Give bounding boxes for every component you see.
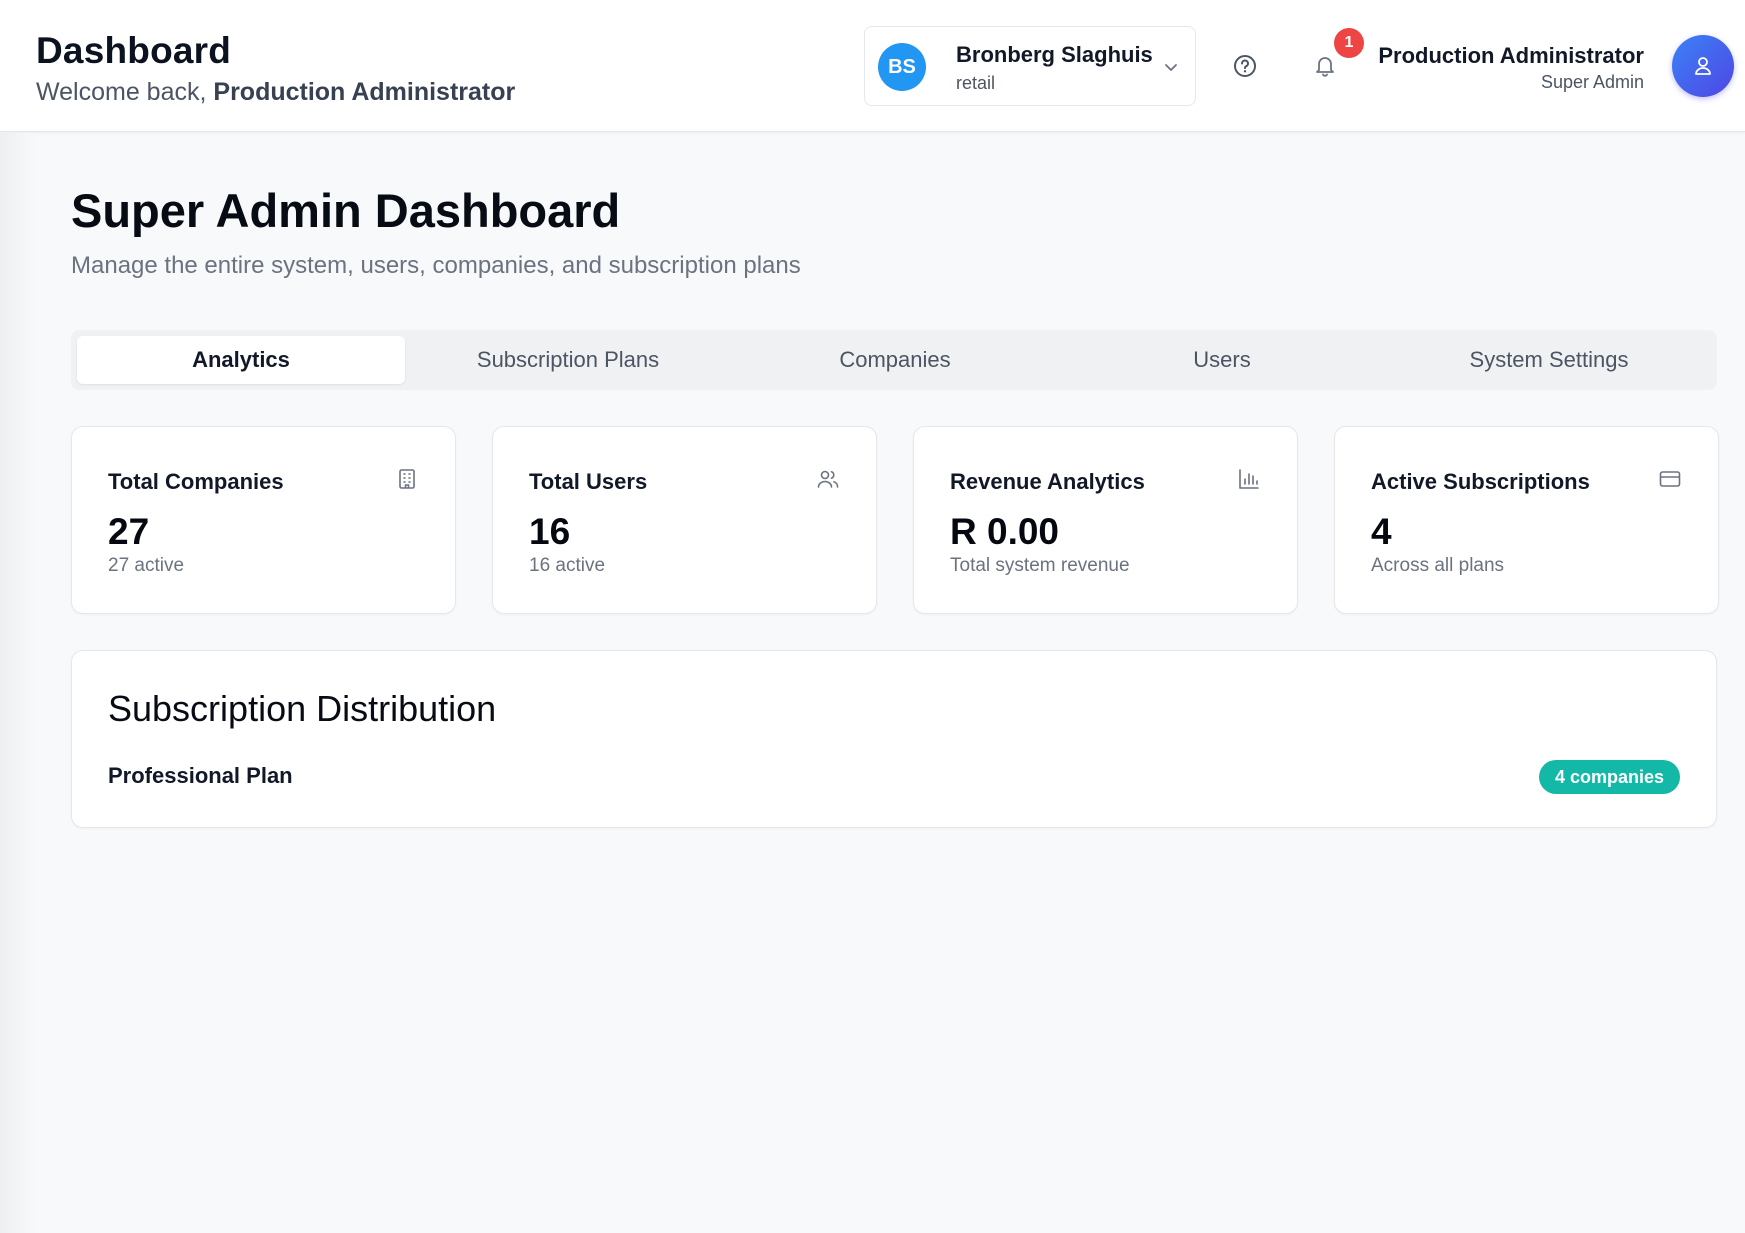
sidebar-edge [0, 133, 36, 1233]
user-icon [1695, 57, 1711, 75]
stat-label: Total Users [529, 469, 648, 494]
page-subtitle: Manage the entire system, users, compani… [71, 252, 801, 279]
stat-label: Revenue Analytics [950, 469, 1145, 494]
stat-note: Total system revenue [950, 555, 1130, 576]
welcome-name: Production Administrator [213, 78, 516, 106]
users-icon [817, 470, 839, 488]
stat-value: R 0.00 [950, 511, 1060, 552]
company-name: Bronberg Slaghuis [956, 42, 1153, 67]
stat-note: 27 active [108, 555, 185, 576]
dashboard-tabs: Analytics Subscription Plans Companies U… [71, 330, 1717, 390]
notification-count-badge: 1 [1334, 28, 1364, 58]
header-title: Dashboard [36, 30, 232, 71]
stat-note: 16 active [529, 555, 606, 576]
top-header: Dashboard Welcome back, Production Admin… [0, 0, 1745, 132]
help-circle-icon [1234, 55, 1256, 77]
stat-card-active-subscriptions: Active Subscriptions 4 Across all plans [1334, 426, 1719, 614]
stat-value: 16 [529, 511, 571, 552]
bell-icon [1316, 57, 1334, 77]
stat-value: 27 [108, 511, 150, 552]
plan-name: Professional Plan [108, 763, 293, 788]
tab-companies[interactable]: Companies [731, 336, 1059, 384]
subscription-distribution-card: Subscription Distribution Professional P… [71, 650, 1717, 828]
company-type: retail [956, 73, 996, 93]
building-icon [399, 469, 415, 489]
welcome-prefix: Welcome back, [36, 78, 214, 106]
stat-card-revenue-analytics: Revenue Analytics R 0.00 Total system re… [913, 426, 1298, 614]
stat-label: Active Subscriptions [1371, 469, 1590, 494]
user-role: Super Admin [1540, 72, 1644, 92]
chevron-down-icon [1165, 64, 1177, 71]
company-switcher[interactable]: BS Bronberg Slaghuis retail [864, 26, 1196, 106]
stat-card-total-companies: Total Companies 27 27 active [71, 426, 456, 614]
app-page: Dashboard Welcome back, Production Admin… [0, 0, 1745, 1233]
page-title: Super Admin Dashboard [71, 184, 621, 237]
welcome-message: Welcome back, Production Administrator [36, 78, 515, 107]
stat-value: 4 [1371, 511, 1392, 552]
notifications-button[interactable] [1309, 50, 1341, 82]
tab-analytics[interactable]: Analytics [77, 336, 405, 384]
tab-subscription-plans[interactable]: Subscription Plans [404, 336, 732, 384]
credit-card-icon [1659, 471, 1681, 487]
bar-chart-icon [1239, 469, 1259, 489]
distribution-title: Subscription Distribution [108, 688, 497, 729]
user-name: Production Administrator [1378, 43, 1644, 68]
stat-label: Total Companies [108, 469, 284, 494]
tab-users[interactable]: Users [1058, 336, 1386, 384]
company-avatar: BS [878, 43, 926, 91]
plan-companies-badge: 4 companies [1538, 760, 1680, 794]
tab-system-settings[interactable]: System Settings [1385, 336, 1713, 384]
user-avatar-button[interactable] [1672, 35, 1734, 97]
stat-card-total-users: Total Users 16 16 active [492, 426, 877, 614]
stat-note: Across all plans [1371, 555, 1505, 576]
help-button[interactable] [1229, 50, 1261, 82]
